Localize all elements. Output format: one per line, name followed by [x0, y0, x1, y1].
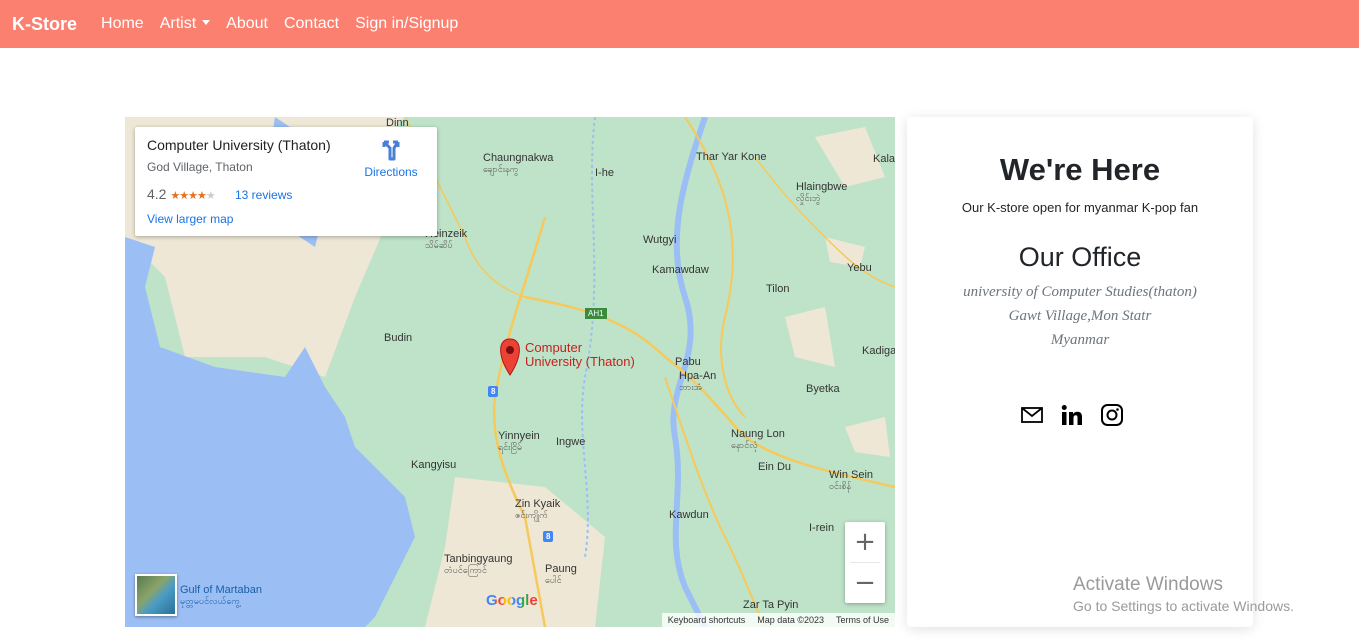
reviews-link[interactable]: 13 reviews — [235, 188, 292, 202]
view-larger-map-link[interactable]: View larger map — [147, 212, 233, 226]
directions-icon — [382, 140, 400, 161]
here-subtitle: Our K-store open for myanmar K-pop fan — [961, 200, 1199, 215]
map-data-label: Map data ©2023 — [757, 615, 824, 625]
place-label: Yebu — [847, 262, 872, 274]
nav-about[interactable]: About — [226, 15, 268, 33]
route-shield-ah1: AH1 — [585, 308, 607, 319]
place-label: Paung ပေါင် — [545, 563, 577, 585]
instagram-icon[interactable] — [1100, 403, 1124, 427]
place-label: Tanbingyaung တံပင်ကြောင် — [444, 553, 513, 575]
heading-our-office: Our Office — [1018, 242, 1142, 272]
route-shield: 8 — [543, 531, 554, 542]
star-rating-icon: ★★★★★ — [170, 190, 215, 202]
directions-label: Directions — [364, 165, 418, 179]
place-label: I-rein — [809, 522, 835, 534]
watermark-title: Activate Windows — [1073, 574, 1223, 595]
place-label: Kamawdaw — [652, 264, 709, 276]
place-label: Gulf of Martaban မုတ္တမပင်လယ်ကွေ့ — [180, 584, 262, 606]
brand-logo[interactable]: K-Store — [12, 14, 77, 35]
zoom-out-button[interactable]: − — [845, 563, 885, 603]
place-label: Ingwe — [556, 436, 586, 448]
place-label: Budin — [384, 332, 413, 344]
google-logo: Google — [486, 592, 538, 609]
place-label: Kadiga — [862, 345, 895, 357]
place-label: Pabu — [675, 356, 701, 368]
keyboard-shortcuts-link[interactable]: Keyboard shortcuts — [662, 615, 752, 625]
zoom-in-button[interactable]: + — [845, 522, 885, 562]
directions-button[interactable]: Directions — [363, 139, 419, 179]
map-attribution: Keyboard shortcuts Map data ©2023 Terms … — [661, 613, 895, 627]
windows-activation-watermark: Activate Windows Go to Settings to activ… — [1073, 574, 1294, 614]
social-links — [1020, 403, 1124, 427]
place-label: Win Sein ဝင်းစိန် — [829, 469, 874, 491]
place-label: Yinnyein ရင်းငြိမ် — [498, 430, 540, 452]
watermark-subtitle: Go to Settings to activate Windows. — [1073, 598, 1294, 614]
place-label: Wutgyi — [643, 234, 677, 246]
satellite-toggle-thumbnail[interactable] — [135, 574, 177, 616]
nav-signin[interactable]: Sign in/Signup — [355, 15, 458, 33]
caret-down-icon — [202, 20, 211, 25]
nav-home[interactable]: Home — [101, 15, 144, 33]
place-label: Zin Kyaik ဇင်းကျိုက် — [515, 498, 561, 520]
route-shield: 8 — [488, 386, 499, 397]
address-line: university of Computer Studies(thaton) — [963, 284, 1197, 300]
navbar: K-Store Home Artist About Contact Sign i… — [0, 0, 1359, 48]
place-label: Byetka — [806, 383, 840, 395]
embedded-map[interactable]: Chaungnakwa ချောင်းနကွ I-he Thar Yar Kone… — [125, 117, 895, 627]
place-title: Computer University (Thaton) — [147, 137, 331, 153]
place-label: Zar Ta Pyin — [743, 599, 799, 611]
zoom-controls: + − — [845, 522, 885, 603]
address-line: Myanmar — [1050, 332, 1110, 348]
place-label: Hlaingbwe လှိုင်းဘွဲ — [796, 181, 848, 203]
address-line: Gawt Village,Mon Statr — [1008, 308, 1152, 324]
rating-value: 4.2 — [147, 186, 167, 202]
nav-artist-label: Artist — [159, 15, 197, 32]
linkedin-icon[interactable] — [1060, 403, 1084, 427]
place-label: Hpa-An ဘားအံ — [679, 370, 717, 392]
place-rating: 4.2 ★★★★★ — [147, 186, 216, 202]
place-address: God Village, Thaton — [147, 160, 253, 174]
office-card: We're Here Our K-store open for myanmar … — [907, 117, 1253, 627]
place-label: Naung Lon နောင်လုံ — [731, 428, 785, 450]
place-label: Kala — [873, 153, 895, 165]
mail-icon[interactable] — [1020, 403, 1044, 427]
place-label: I-he — [595, 167, 614, 179]
terms-link[interactable]: Terms of Use — [830, 615, 895, 625]
nav-contact[interactable]: Contact — [284, 15, 339, 33]
nav-artist-dropdown[interactable]: Artist — [159, 15, 211, 33]
heading-were-here: We're Here — [999, 152, 1161, 187]
place-label: Ein Du — [758, 461, 792, 473]
place-label: Tilon — [766, 283, 790, 295]
place-label: Kawdun — [669, 509, 709, 521]
pin-label[interactable]: Computer University (Thaton) — [525, 341, 635, 369]
place-info-card: Computer University (Thaton) God Village… — [135, 127, 437, 236]
place-label: Kangyisu — [411, 459, 457, 471]
place-label: Thar Yar Kone — [696, 151, 767, 163]
place-label: Chaungnakwa ချောင်းနကွ — [483, 152, 554, 174]
